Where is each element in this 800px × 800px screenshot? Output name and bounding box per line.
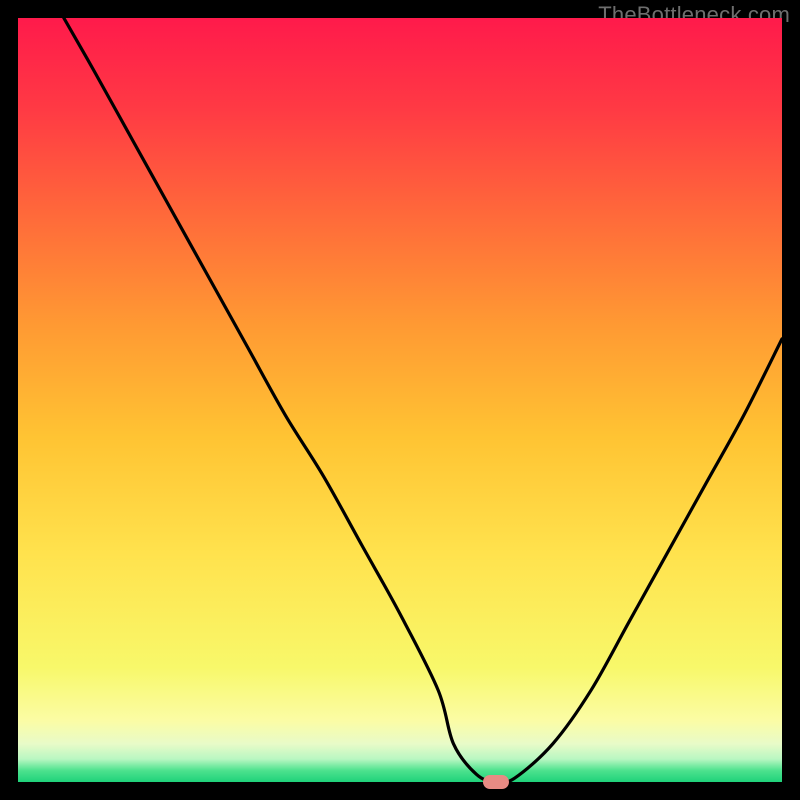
plot-area bbox=[18, 18, 782, 782]
optimal-marker bbox=[483, 775, 509, 789]
bottleneck-curve bbox=[18, 18, 782, 782]
chart-frame: TheBottleneck.com bbox=[0, 0, 800, 800]
